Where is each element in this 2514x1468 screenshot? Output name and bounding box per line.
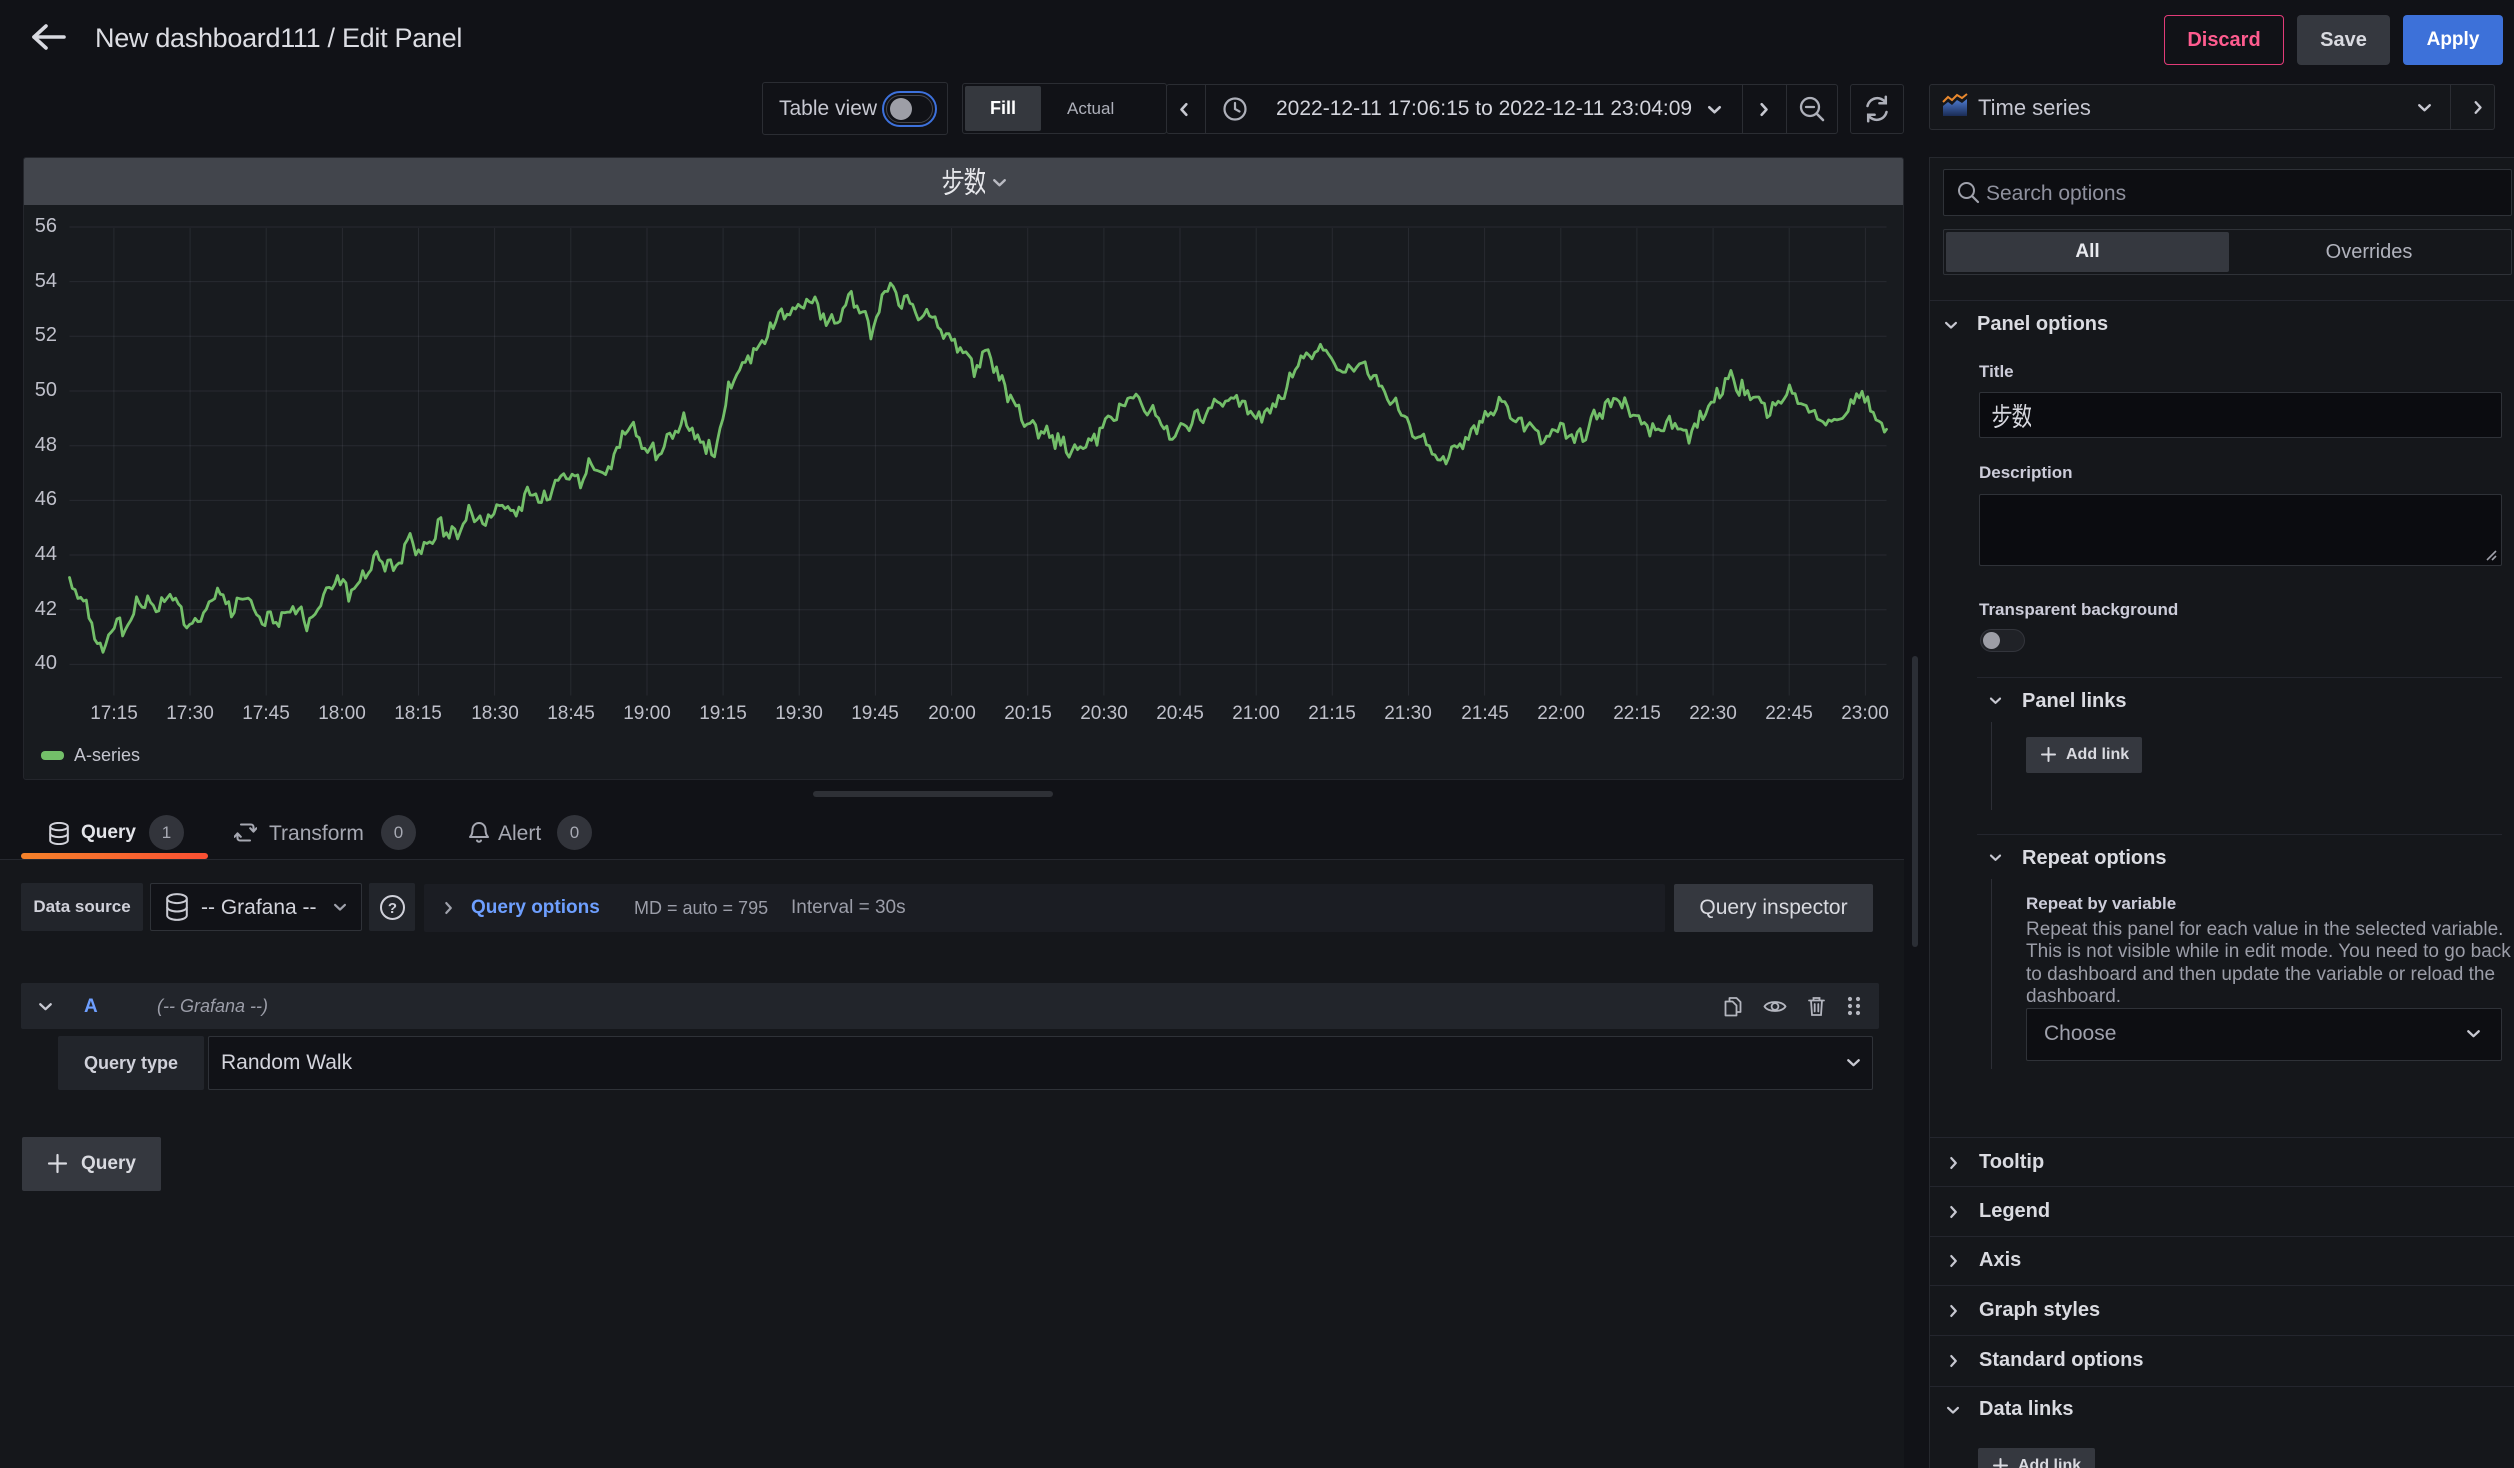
svg-text:?: ?: [388, 900, 397, 917]
